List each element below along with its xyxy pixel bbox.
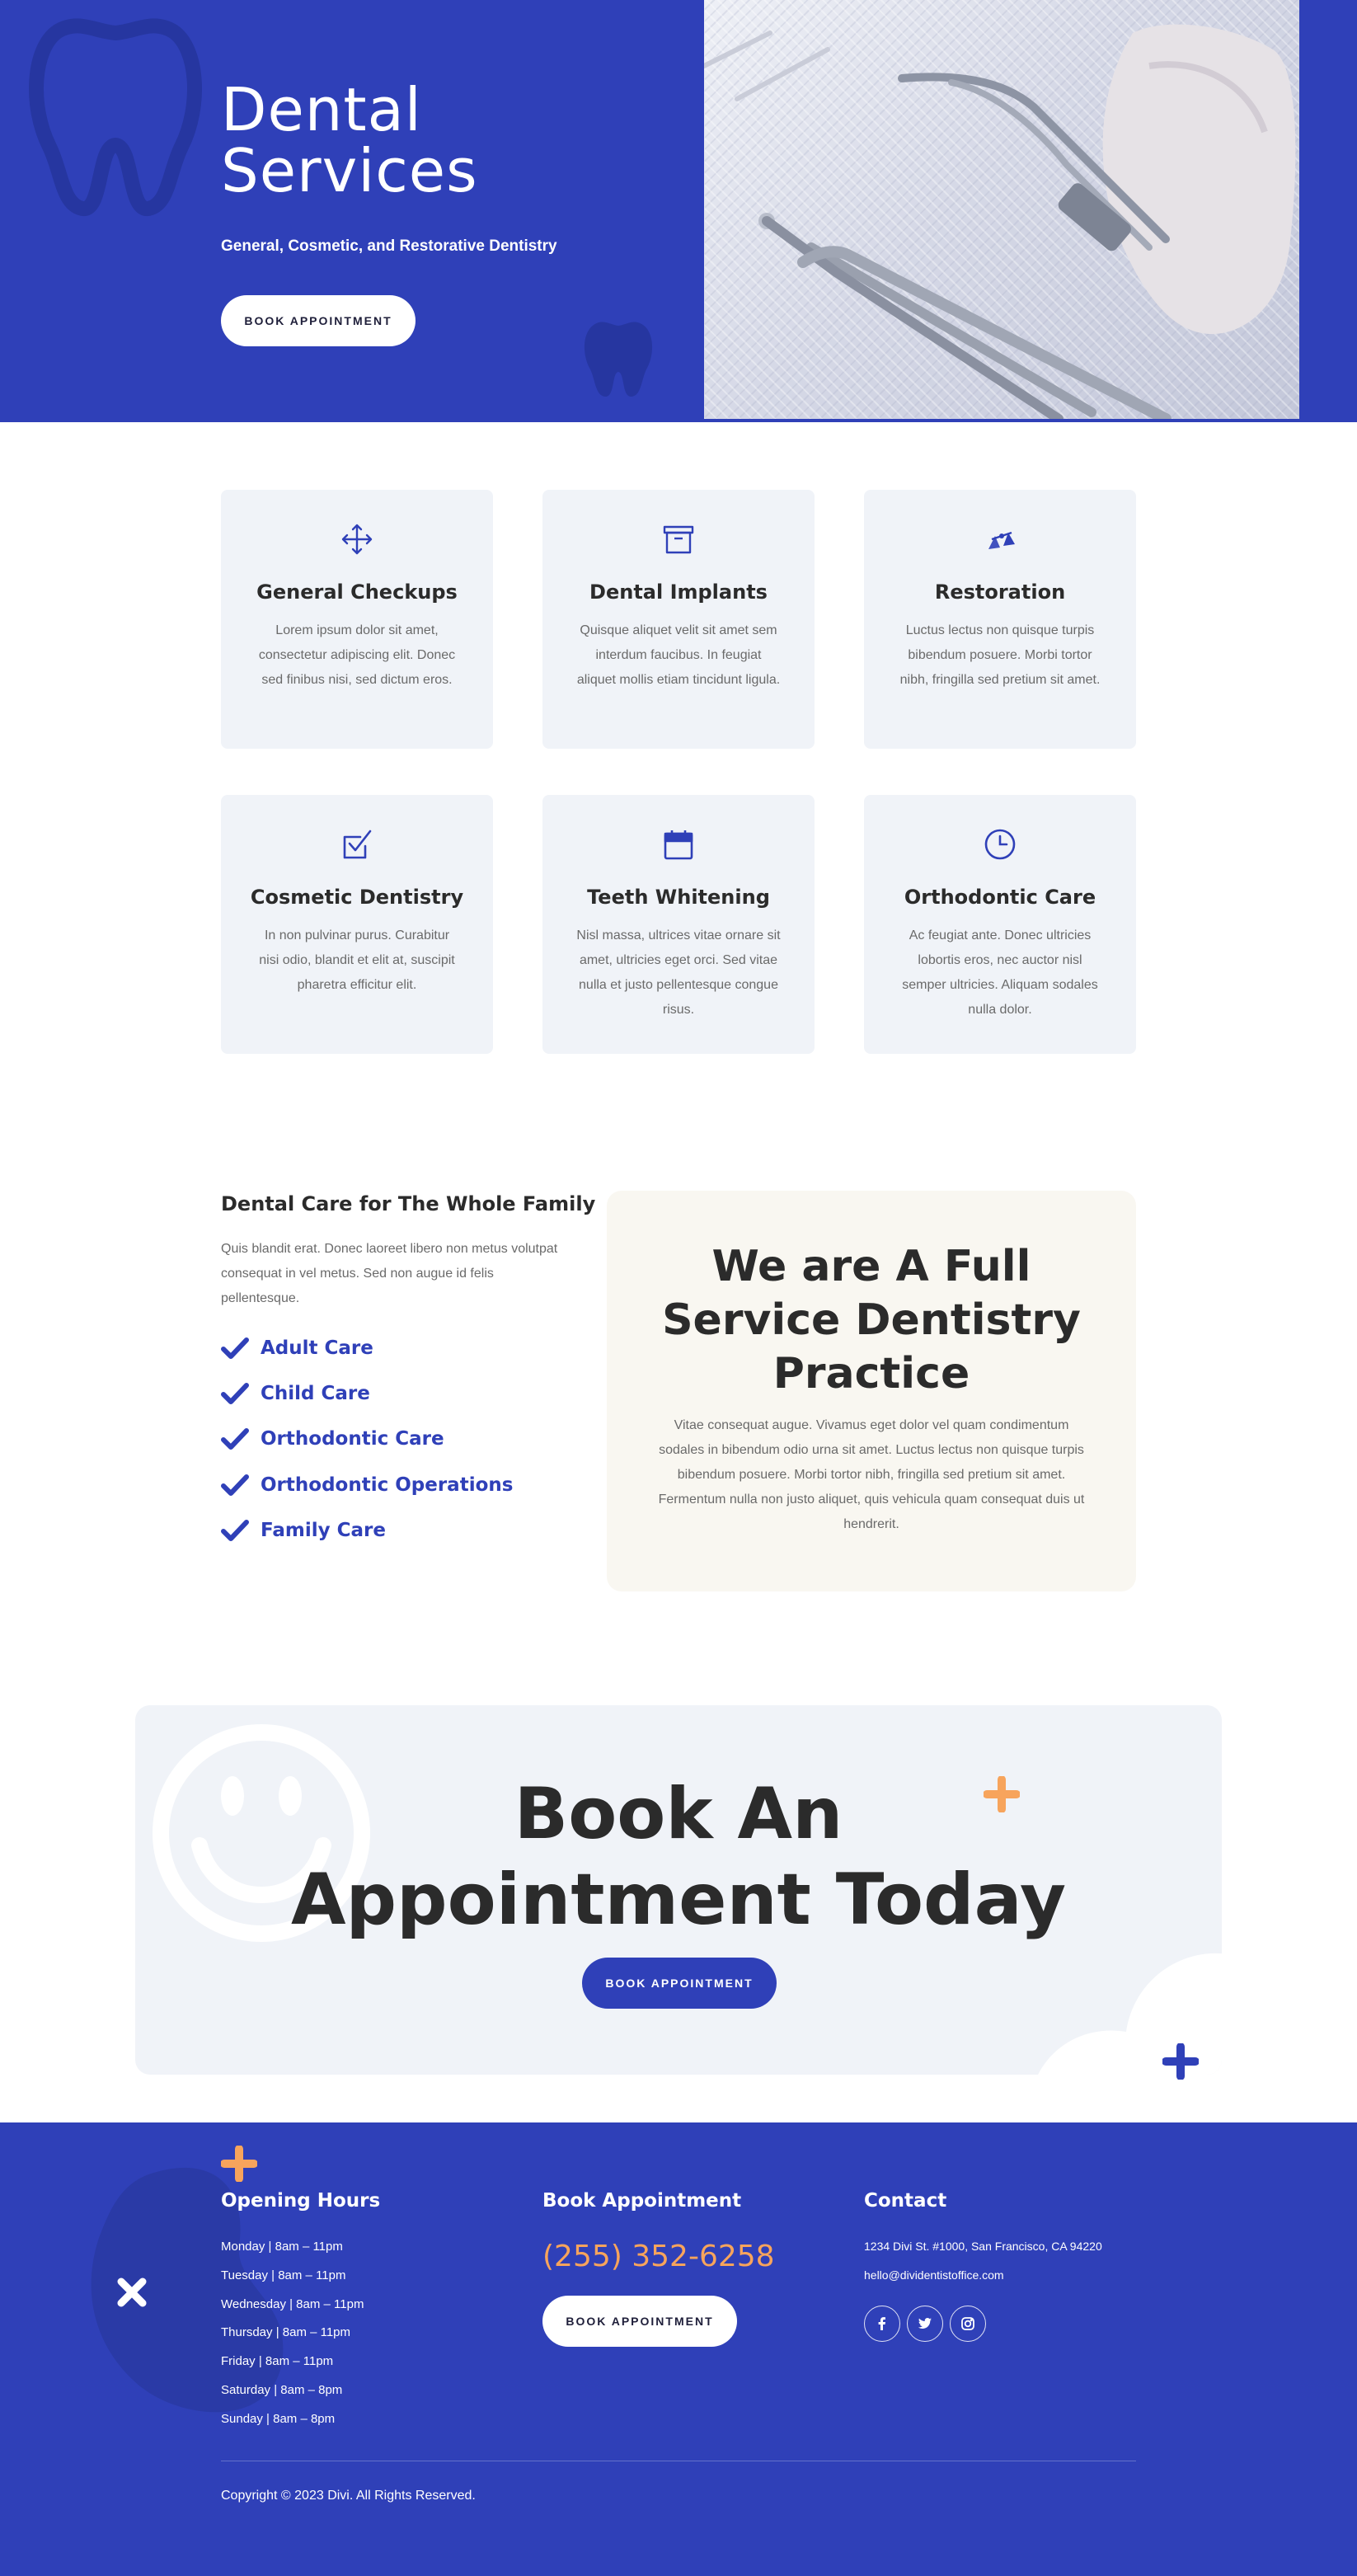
service-title: Orthodontic Care <box>904 886 1096 909</box>
hero-subtitle: General, Cosmetic, and Restorative Denti… <box>221 237 557 255</box>
facebook-button[interactable] <box>864 2306 900 2342</box>
cta-title: Book An Appointment Today <box>135 1771 1222 1943</box>
plus-icon <box>984 1776 1020 1812</box>
hours-item: Tuesday | 8am – 11pm <box>221 2268 346 2282</box>
service-title: Restoration <box>934 581 1066 604</box>
full-service-title: We are A Full Service Dentistry Practice <box>662 1242 1081 1398</box>
archive-box-icon <box>663 525 694 554</box>
instagram-button[interactable] <box>950 2306 986 2342</box>
service-card: Cosmetic Dentistry In non pulvinar purus… <box>221 795 493 1054</box>
instagram-icon <box>961 2317 974 2330</box>
list-item: Orthodontic Operations <box>221 1471 513 1499</box>
hours-title: Opening Hours <box>221 2190 381 2212</box>
list-item-label: Family Care <box>261 1520 386 1541</box>
email-link[interactable]: hello@dividentistoffice.com <box>864 2268 1004 2282</box>
tooth-icon <box>584 322 653 397</box>
checkmark-icon <box>221 1428 249 1450</box>
list-item-label: Orthodontic Operations <box>261 1474 514 1496</box>
service-card: Dental Implants Quisque aliquet velit si… <box>542 490 815 749</box>
service-title: General Checkups <box>256 581 458 604</box>
service-title: Cosmetic Dentistry <box>250 886 464 909</box>
contact-title: Contact <box>864 2190 947 2212</box>
plus-icon <box>1162 2043 1199 2080</box>
twitter-icon <box>918 2318 932 2329</box>
service-text: Quisque aliquet velit sit amet sem inter… <box>576 623 781 687</box>
hero-book-appointment-button[interactable]: BOOK APPOINTMENT <box>221 295 416 346</box>
service-card: General Checkups Lorem ipsum dolor sit a… <box>221 490 493 749</box>
arrows-move-icon <box>341 524 373 555</box>
full-service-text: Vitae consequat augue. Vivamus eget dolo… <box>658 1418 1085 1531</box>
checkmark-icon <box>221 1474 249 1496</box>
service-text: Luctus lectus non quisque turpis bibendu… <box>899 623 1101 687</box>
checkmark-icon <box>221 1337 249 1359</box>
list-item-label: Orthodontic Care <box>261 1428 444 1450</box>
copyright: Copyright © 2023 Divi. All Rights Reserv… <box>221 2489 476 2503</box>
footer-book-appointment-button[interactable]: BOOK APPOINTMENT <box>542 2296 737 2347</box>
list-item-label: Child Care <box>261 1383 370 1404</box>
list-item: Family Care <box>221 1516 386 1544</box>
cta-book-appointment-button[interactable]: BOOK APPOINTMENT <box>582 1958 777 2009</box>
facebook-icon <box>878 2317 885 2330</box>
page-title: Dental Services <box>221 75 478 205</box>
footer: Opening Hours Monday | 8am – 11pm Tuesda… <box>0 2122 1357 2576</box>
close-icon <box>117 2278 147 2307</box>
hours-item: Thursday | 8am – 11pm <box>221 2325 351 2339</box>
service-title: Dental Implants <box>589 581 768 604</box>
scale-balance-icon <box>988 531 1015 549</box>
service-card: Teeth Whitening Nisl massa, ultrices vit… <box>542 795 815 1054</box>
hours-item: Friday | 8am – 11pm <box>221 2354 334 2368</box>
list-item: Adult Care <box>221 1334 373 1362</box>
clock-icon <box>984 829 1016 860</box>
hours-item: Monday | 8am – 11pm <box>221 2240 343 2254</box>
service-text: Lorem ipsum dolor sit amet, consectetur … <box>258 623 456 687</box>
service-text: In non pulvinar purus. Curabitur nisi od… <box>259 928 455 992</box>
cta-title-line2: Appointment Today <box>290 1859 1067 1941</box>
calendar-icon <box>664 830 693 860</box>
service-title: Teeth Whitening <box>587 886 770 909</box>
dental-instruments-photo <box>704 0 1299 419</box>
tooth-outline-icon <box>29 18 202 216</box>
list-item: Orthodontic Care <box>221 1425 444 1453</box>
twitter-button[interactable] <box>907 2306 943 2342</box>
checkbox-icon <box>343 830 372 859</box>
checkmark-icon <box>221 1383 249 1404</box>
address: 1234 Divi St. #1000, San Francisco, CA 9… <box>864 2240 1102 2253</box>
family-text: Quis blandit erat. Donec laoreet libero … <box>221 1242 558 1305</box>
hours-item: Wednesday | 8am – 11pm <box>221 2297 364 2311</box>
service-card: Orthodontic Care Ac feugiat ante. Donec … <box>864 795 1136 1054</box>
service-text: Ac feugiat ante. Donec ultricies loborti… <box>902 928 1098 1017</box>
service-card: Restoration Luctus lectus non quisque tu… <box>864 490 1136 749</box>
cta-title-line1: Book An <box>514 1773 843 1855</box>
list-item: Child Care <box>221 1380 370 1408</box>
phone-link[interactable]: (255) 352-6258 <box>542 2240 775 2273</box>
book-appointment-section: Book An Appointment Today <box>135 1705 1222 2075</box>
list-item-label: Adult Care <box>261 1337 373 1359</box>
hero-section: Dental Services General, Cosmetic, and R… <box>0 0 1357 422</box>
hours-item: Sunday | 8am – 8pm <box>221 2412 336 2426</box>
service-text: Nisl massa, ultrices vitae ornare sit am… <box>576 928 781 1017</box>
hours-item: Saturday | 8am – 8pm <box>221 2383 343 2397</box>
full-service-box: We are A Full Service Dentistry Practice… <box>607 1191 1136 1591</box>
family-title: Dental Care for The Whole Family <box>221 1192 596 1215</box>
checkmark-icon <box>221 1520 249 1541</box>
book-title: Book Appointment <box>542 2190 742 2212</box>
plus-icon <box>221 2146 257 2182</box>
